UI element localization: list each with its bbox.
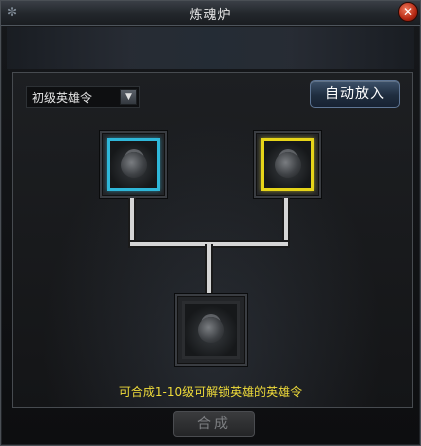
slot-frame-yellow xyxy=(261,138,314,191)
item-pouch-icon xyxy=(120,151,147,178)
item-pouch-icon xyxy=(274,151,301,178)
auto-place-button[interactable]: 自动放入 xyxy=(310,80,400,108)
slot-frame-result xyxy=(182,301,240,359)
connector-right xyxy=(284,198,288,244)
connector-left xyxy=(130,198,134,244)
item-pouch-icon xyxy=(198,317,224,343)
title-bar[interactable]: ✼ 炼魂炉 ✕ xyxy=(1,1,420,26)
token-level-dropdown[interactable]: 初级英雄令 ▼ xyxy=(26,86,140,108)
chevron-down-icon[interactable]: ▼ xyxy=(120,89,137,105)
combine-hint-text: 可合成1-10级可解锁英雄的英雄令 xyxy=(118,385,303,399)
slot-frame-cyan xyxy=(107,138,160,191)
close-icon[interactable]: ✕ xyxy=(398,2,418,22)
combine-button[interactable]: 合成 xyxy=(173,411,255,437)
dropdown-selected-label: 初级英雄令 xyxy=(32,91,93,105)
result-slot[interactable] xyxy=(175,294,247,366)
material-slot-right[interactable] xyxy=(254,131,321,198)
connector-down xyxy=(207,244,211,294)
forge-window: ✼ 炼魂炉 ✕ 初级英雄令 ▼ 自动放入 可合成1-10级可解锁英雄的英雄令 合… xyxy=(0,0,421,446)
window-title: 炼魂炉 xyxy=(189,8,232,23)
header-banner xyxy=(7,27,414,69)
material-slot-left[interactable] xyxy=(100,131,167,198)
